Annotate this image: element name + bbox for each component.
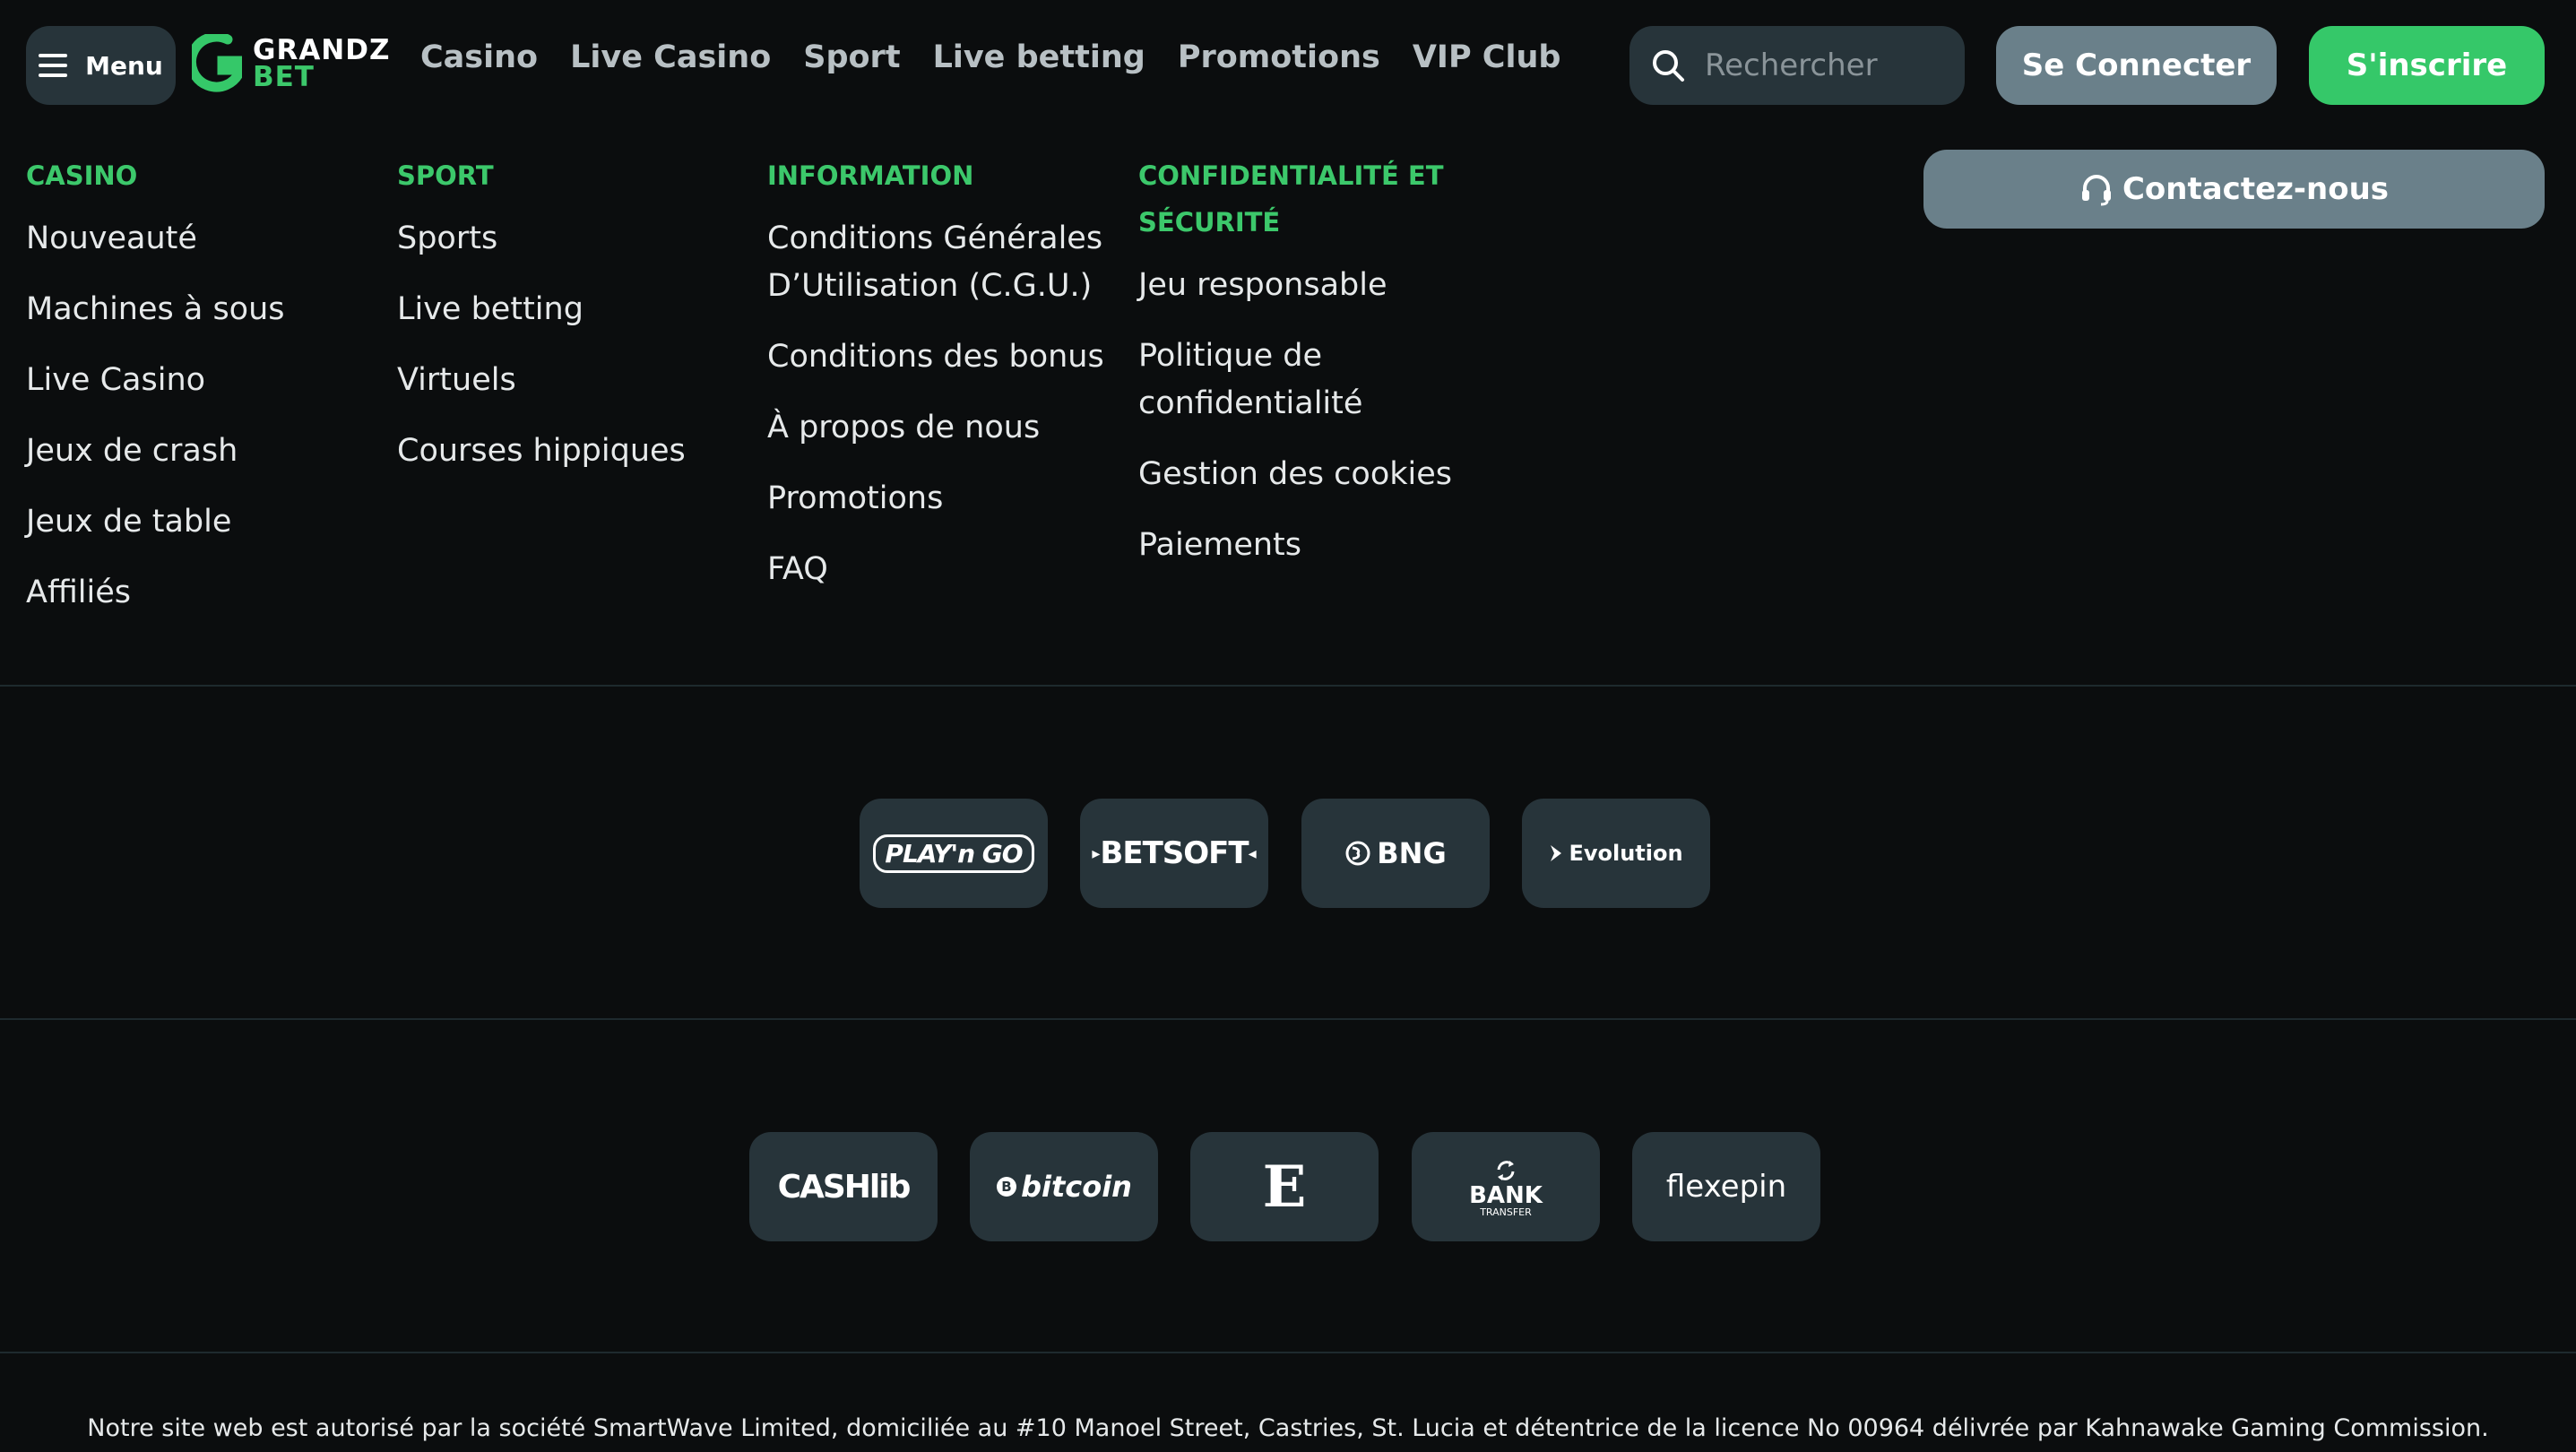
logo-text-bottom: BET bbox=[253, 61, 315, 93]
payment-bank-transfer-logo[interactable]: BANK TRANSFER bbox=[1412, 1132, 1600, 1241]
footer-link-politique-confidentialite[interactable]: Politique de confidentialité bbox=[1138, 333, 1461, 428]
e-wallet-text: E bbox=[1262, 1153, 1307, 1221]
nav-live-betting[interactable]: Live betting bbox=[933, 39, 1145, 75]
provider-evolution-logo[interactable]: Evolution bbox=[1522, 799, 1710, 908]
payment-e-wallet-logo[interactable]: E bbox=[1190, 1132, 1379, 1241]
menu-button[interactable]: Menu bbox=[26, 26, 176, 105]
login-button[interactable]: Se Connecter bbox=[1996, 26, 2277, 105]
payment-bitcoin-logo[interactable]: B bitcoin bbox=[970, 1132, 1158, 1241]
search-box[interactable] bbox=[1629, 26, 1965, 105]
nav-live-casino[interactable]: Live Casino bbox=[570, 39, 771, 75]
site-logo[interactable]: GRANDZ BET bbox=[192, 34, 390, 93]
betsoft-arrow-right-icon: ◂ bbox=[1248, 843, 1257, 863]
site-header: Menu GRANDZ BET Casino Live Casino Sport… bbox=[0, 0, 2576, 133]
footer-column-information: INFORMATION Conditions Générales D’Utili… bbox=[767, 152, 1126, 617]
footer-link-live-casino[interactable]: Live Casino bbox=[26, 357, 367, 404]
footer-link-faq[interactable]: FAQ bbox=[767, 546, 1126, 593]
headset-icon bbox=[2081, 175, 2111, 206]
nav-vip-club[interactable]: VIP Club bbox=[1413, 39, 1561, 75]
footer-link-jeux-de-crash[interactable]: Jeux de crash bbox=[26, 428, 367, 475]
footer-link-courses-hippiques[interactable]: Courses hippiques bbox=[397, 428, 738, 475]
bng-text: BNG bbox=[1377, 836, 1447, 870]
footer-link-sports[interactable]: Sports bbox=[397, 215, 738, 263]
footer-link-machines-a-sous[interactable]: Machines à sous bbox=[26, 286, 367, 333]
logo-text-top: GRANDZ bbox=[253, 34, 391, 66]
column-title-confidentialite: CONFIDENTIALITÉ ET SÉCURITÉ bbox=[1138, 160, 1444, 238]
footer-link-jeu-responsable[interactable]: Jeu responsable bbox=[1138, 262, 1461, 309]
nav-sport[interactable]: Sport bbox=[803, 39, 900, 75]
nav-casino[interactable]: Casino bbox=[420, 39, 538, 75]
contact-label: Contactez-nous bbox=[2122, 171, 2390, 207]
evolution-chevron-icon bbox=[1551, 845, 1562, 861]
footer-link-gestion-cookies[interactable]: Gestion des cookies bbox=[1138, 451, 1461, 498]
provider-bng-logo[interactable]: BNG bbox=[1301, 799, 1490, 908]
hamburger-icon bbox=[39, 54, 68, 77]
column-title-sport: SPORT bbox=[397, 160, 494, 191]
section-divider bbox=[0, 1018, 2576, 1020]
footer-link-conditions-bonus[interactable]: Conditions des bonus bbox=[767, 333, 1126, 381]
footer-link-a-propos[interactable]: À propos de nous bbox=[767, 404, 1126, 452]
betsoft-arrow-left-icon: ▸ bbox=[1092, 843, 1101, 863]
column-title-casino: CASINO bbox=[26, 160, 138, 191]
footer-link-jeux-de-table[interactable]: Jeux de table bbox=[26, 498, 367, 546]
provider-betsoft-logo[interactable]: ▸ BETSOFT ◂ bbox=[1080, 799, 1268, 908]
nav-promotions[interactable]: Promotions bbox=[1178, 39, 1380, 75]
provider-playngo-logo[interactable]: PLAY'n GO bbox=[860, 799, 1048, 908]
contact-button[interactable]: Contactez-nous bbox=[1923, 150, 2545, 229]
cashlib-text: CASHlib bbox=[777, 1168, 912, 1206]
search-input[interactable] bbox=[1703, 47, 1940, 84]
logo-g-icon bbox=[192, 34, 242, 92]
payment-flexepin-logo[interactable]: flexepin bbox=[1632, 1132, 1820, 1241]
footer-link-nouveaute[interactable]: Nouveauté bbox=[26, 215, 367, 263]
section-divider bbox=[0, 685, 2576, 687]
footer-link-cgu[interactable]: Conditions Générales D’Utilisation (C.G.… bbox=[767, 215, 1126, 310]
signup-button[interactable]: S'inscrire bbox=[2309, 26, 2545, 105]
footer-link-paiements[interactable]: Paiements bbox=[1138, 522, 1461, 569]
footer-link-affilies[interactable]: Affiliés bbox=[26, 569, 367, 617]
footer-link-live-betting[interactable]: Live betting bbox=[397, 286, 738, 333]
menu-label: Menu bbox=[85, 50, 163, 81]
search-icon bbox=[1653, 50, 1684, 82]
transfer-text: TRANSFER bbox=[1480, 1206, 1532, 1218]
bng-swirl-icon bbox=[1345, 841, 1370, 866]
legal-notice: Notre site web est autorisé par la socié… bbox=[87, 1414, 2489, 1442]
evolution-text: Evolution bbox=[1569, 841, 1683, 866]
svg-text:B: B bbox=[1001, 1179, 1011, 1195]
footer-link-promotions[interactable]: Promotions bbox=[767, 475, 1126, 523]
bitcoin-text: bitcoin bbox=[1021, 1170, 1132, 1204]
refresh-arrows-icon bbox=[1497, 1160, 1515, 1180]
footer-column-sport: SPORT Sports Live betting Virtuels Cours… bbox=[397, 152, 738, 498]
flexepin-text: flexepin bbox=[1665, 1169, 1787, 1205]
main-nav: Casino Live Casino Sport Live betting Pr… bbox=[420, 39, 1560, 75]
betsoft-text: BETSOFT bbox=[1100, 835, 1249, 871]
footer-link-virtuels[interactable]: Virtuels bbox=[397, 357, 738, 404]
footer-column-casino: CASINO Nouveauté Machines à sous Live Ca… bbox=[26, 152, 367, 640]
bitcoin-coin-icon: B bbox=[997, 1177, 1017, 1197]
payment-cashlib-logo[interactable]: CASHlib bbox=[749, 1132, 938, 1241]
column-title-information: INFORMATION bbox=[767, 160, 974, 191]
footer-column-confidentialite: CONFIDENTIALITÉ ET SÉCURITÉ Jeu responsa… bbox=[1138, 152, 1461, 592]
bank-text: BANK bbox=[1469, 1181, 1543, 1209]
section-divider bbox=[0, 1352, 2576, 1353]
playngo-text: PLAY'n GO bbox=[873, 834, 1034, 873]
